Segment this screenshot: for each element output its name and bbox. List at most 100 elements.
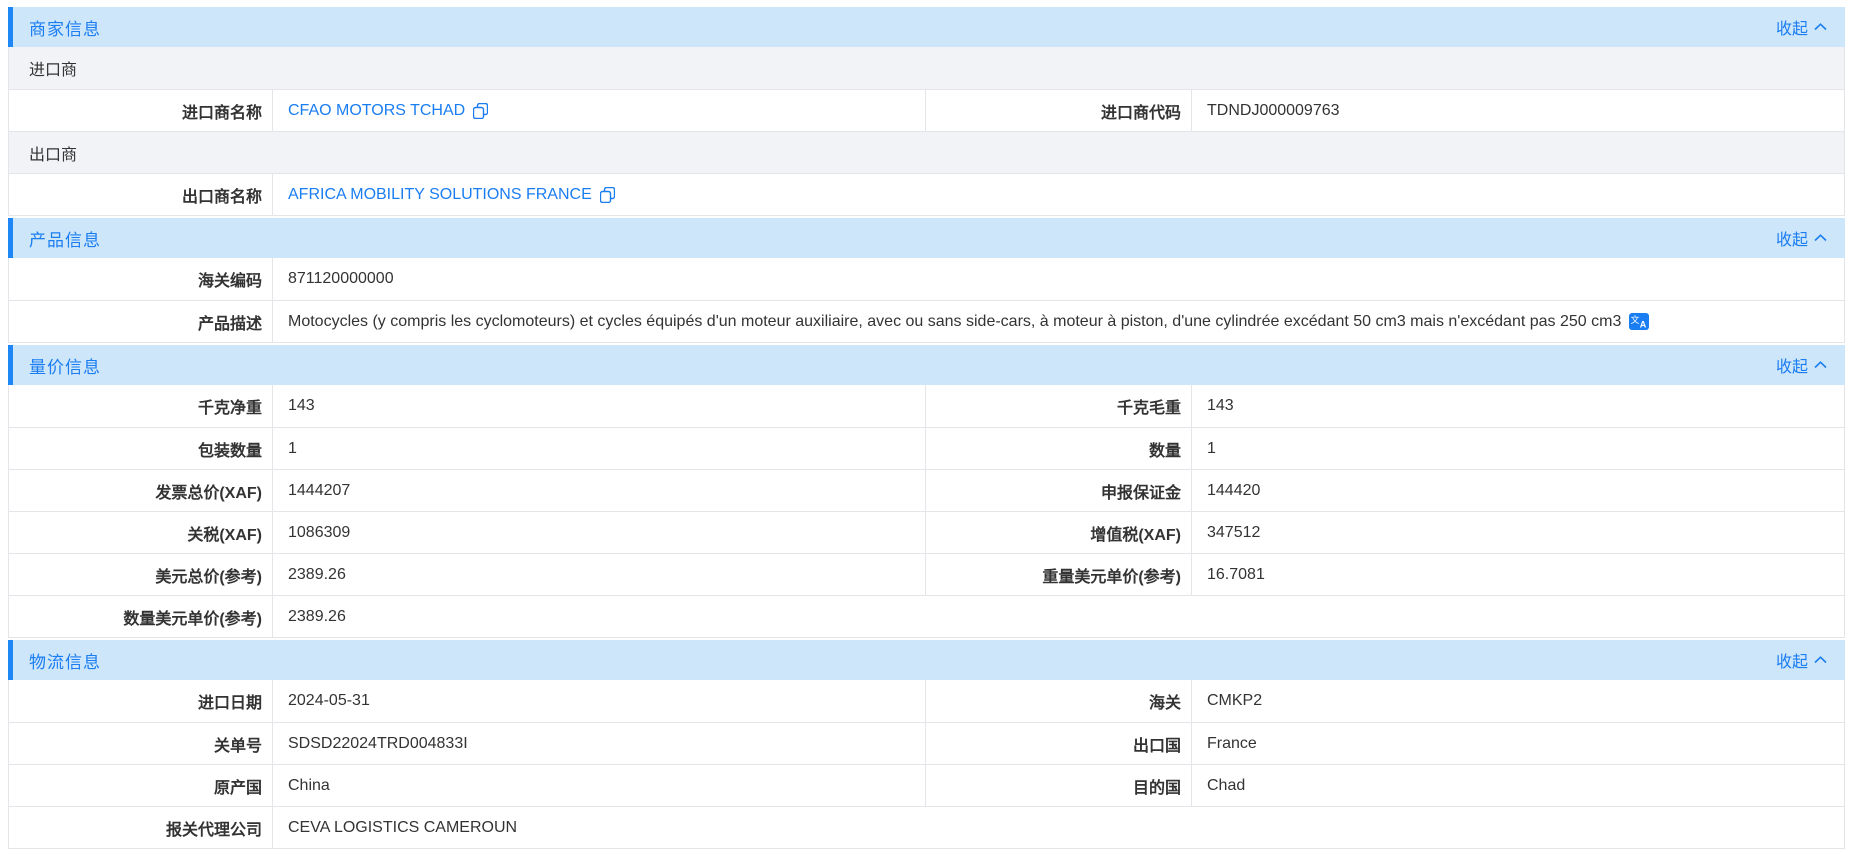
field-value-text: Chad xyxy=(1207,777,1245,795)
field-label-text: 关单号 xyxy=(214,732,262,756)
subsection-row: 进口商 xyxy=(9,47,1844,89)
field-value: CEVA LOGISTICS CAMEROUN xyxy=(273,807,1844,848)
field-value-text: 2024-05-31 xyxy=(288,692,370,710)
field-row: 千克净重143千克毛重143 xyxy=(9,385,1844,427)
field-label-text: 出口商名称 xyxy=(182,183,262,207)
field-label-text: 报关代理公司 xyxy=(166,816,262,840)
field-row: 原产国China目的国Chad xyxy=(9,764,1844,806)
subsection-title: 进口商 xyxy=(9,47,1844,89)
field-value-text: TDNDJ000009763 xyxy=(1207,102,1340,120)
field-value-text: 143 xyxy=(288,397,315,415)
field-value: TDNDJ000009763 xyxy=(1192,90,1844,131)
field-label-text: 千克净重 xyxy=(198,394,262,418)
field-value: 2024-05-31 xyxy=(273,680,926,722)
company-link[interactable]: CFAO MOTORS TCHAD xyxy=(288,102,465,120)
field-value: CMKP2 xyxy=(1192,680,1844,722)
field-value-text: 2389.26 xyxy=(288,566,346,584)
field-label-text: 海关编码 xyxy=(198,267,262,291)
field-value: France xyxy=(1192,723,1844,764)
field-label: 发票总价(XAF) xyxy=(9,470,273,511)
section-rows: 海关编码871120000000 产品描述 Motocycles (y compri… xyxy=(8,258,1845,343)
section-accent-bar xyxy=(8,345,13,385)
field-label-text: 申报保证金 xyxy=(1101,479,1181,503)
field-label-text: 关税(XAF) xyxy=(187,521,262,545)
translate-icon[interactable]: 文A xyxy=(1629,313,1649,330)
field-label-text: 出口国 xyxy=(1133,732,1181,756)
field-row: 美元总价(参考) 2389.26 重量美元单价(参考) 16.7081 xyxy=(9,553,1844,595)
field-row: 海关编码871120000000 xyxy=(9,258,1844,300)
collapse-label: 收起 xyxy=(1776,353,1808,377)
field-value: 347512 xyxy=(1192,512,1844,553)
section-product-info: 产品信息收起海关编码871120000000产品描述Motocycles (y … xyxy=(8,218,1845,343)
field-value-text: 16.7081 xyxy=(1207,566,1265,584)
field-row: 进口日期2024-05-31海关CMKP2 xyxy=(9,680,1844,722)
collapse-button[interactable]: 收起 xyxy=(1776,353,1827,377)
chevron-up-icon xyxy=(1814,234,1827,242)
svg-text:A: A xyxy=(1640,320,1647,330)
field-label-text: 产品描述 xyxy=(198,310,262,334)
section-title: 量价信息 xyxy=(29,353,101,378)
field-label-text: 重量美元单价(参考) xyxy=(1042,563,1181,587)
section-header-quantity-price-info: 量价信息 收起 xyxy=(8,345,1845,385)
field-value: CFAO MOTORS TCHAD xyxy=(273,90,926,131)
field-value: China xyxy=(273,765,926,806)
field-value: 144420 xyxy=(1192,470,1844,511)
field-label: 美元总价(参考) xyxy=(9,554,273,595)
field-value: 2389.26 xyxy=(273,596,1844,637)
collapse-label: 收起 xyxy=(1776,15,1808,39)
field-label: 进口日期 xyxy=(9,680,273,722)
field-label: 报关代理公司 xyxy=(9,807,273,848)
chevron-up-icon xyxy=(1814,23,1827,31)
field-row: 关单号 SDSD22024TRD004833I 出口国 France xyxy=(9,722,1844,764)
section-logistics-info: 物流信息收起进口日期2024-05-31海关CMKP2关单号SDSD22024T… xyxy=(8,640,1845,849)
field-value: SDSD22024TRD004833I xyxy=(273,723,926,764)
section-rows: 千克净重143千克毛重143包装数量1数量1发票总价(XAF)1444207申报… xyxy=(8,385,1845,638)
field-row: 产品描述 Motocycles (y compris les cyclomoteu… xyxy=(9,300,1844,342)
field-value-text: SDSD22024TRD004833I xyxy=(288,735,468,753)
trade-record-detail-panel: 商家信息收起进口商进口商名称CFAO MOTORS TCHAD进口商代码TDND… xyxy=(8,7,1845,849)
field-label-text: 发票总价(XAF) xyxy=(155,479,262,503)
section-header-merchant-info: 商家信息 收起 xyxy=(8,7,1845,47)
field-label: 出口商名称 xyxy=(9,174,273,215)
svg-text:文: 文 xyxy=(1631,314,1640,325)
section-title: 物流信息 xyxy=(29,648,101,673)
field-label: 关单号 xyxy=(9,723,273,764)
collapse-button[interactable]: 收起 xyxy=(1776,648,1827,672)
field-value-text: France xyxy=(1207,735,1257,753)
field-value-text: 1444207 xyxy=(288,482,350,500)
field-row: 报关代理公司 CEVA LOGISTICS CAMEROUN xyxy=(9,806,1844,848)
section-quantity-price-info: 量价信息收起千克净重143千克毛重143包装数量1数量1发票总价(XAF)144… xyxy=(8,345,1845,638)
field-value: 1 xyxy=(1192,428,1844,469)
collapse-button[interactable]: 收起 xyxy=(1776,15,1827,39)
field-label-text: 进口商名称 xyxy=(182,99,262,123)
field-label: 目的国 xyxy=(926,765,1192,806)
field-value: 143 xyxy=(273,385,926,427)
field-row: 包装数量1数量1 xyxy=(9,427,1844,469)
field-value: Motocycles (y compris les cyclomoteurs) … xyxy=(273,301,1844,342)
chevron-up-icon xyxy=(1814,656,1827,664)
field-label: 进口商代码 xyxy=(926,90,1192,131)
field-value-text: 1086309 xyxy=(288,524,350,542)
field-value: AFRICA MOBILITY SOLUTIONS FRANCE xyxy=(273,174,1844,215)
section-accent-bar xyxy=(8,640,13,680)
field-label-text: 目的国 xyxy=(1133,774,1181,798)
field-row: 进口商名称 CFAO MOTORS TCHAD 进口商代码 TDNDJ00000976… xyxy=(9,89,1844,131)
collapse-button[interactable]: 收起 xyxy=(1776,226,1827,250)
section-title: 商家信息 xyxy=(29,15,101,40)
copy-icon[interactable] xyxy=(473,103,488,119)
field-value: 1 xyxy=(273,428,926,469)
field-value: 1086309 xyxy=(273,512,926,553)
field-value: 16.7081 xyxy=(1192,554,1844,595)
section-rows: 进口日期2024-05-31海关CMKP2关单号SDSD22024TRD0048… xyxy=(8,680,1845,849)
field-row: 数量美元单价(参考)2389.26 xyxy=(9,595,1844,637)
field-value-text: CEVA LOGISTICS CAMEROUN xyxy=(288,819,517,837)
field-label: 千克净重 xyxy=(9,385,273,427)
copy-icon[interactable] xyxy=(600,187,615,203)
field-row: 关税(XAF) 1086309 增值税(XAF)347512 xyxy=(9,511,1844,553)
field-label-text: 千克毛重 xyxy=(1117,394,1181,418)
field-label: 数量 xyxy=(926,428,1192,469)
section-header-logistics-info: 物流信息 收起 xyxy=(8,640,1845,680)
field-label: 增值税(XAF) xyxy=(926,512,1192,553)
company-link[interactable]: AFRICA MOBILITY SOLUTIONS FRANCE xyxy=(288,186,592,204)
field-label: 包装数量 xyxy=(9,428,273,469)
